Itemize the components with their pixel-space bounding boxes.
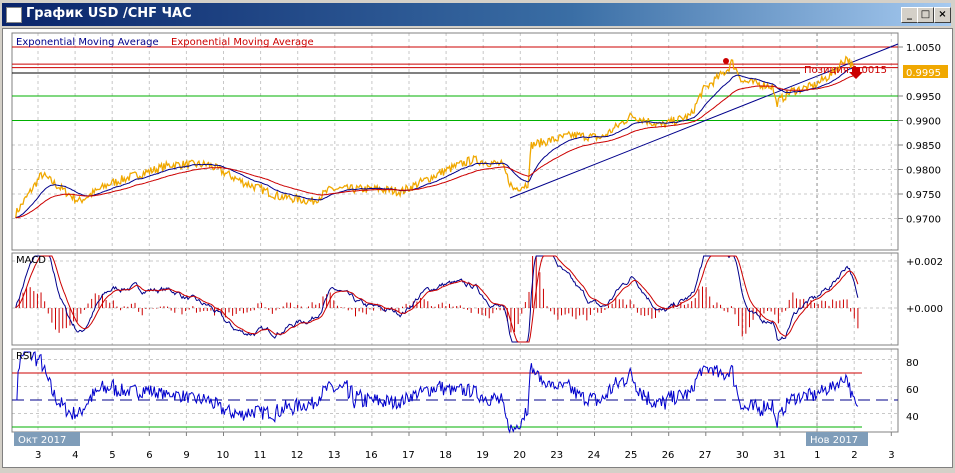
price-line	[15, 55, 859, 219]
legend-ema-fast: Exponential Moving Average	[16, 37, 159, 48]
date-tick-label: 12	[291, 450, 304, 461]
current-price: 0.9995	[906, 68, 941, 79]
price-tick-label: 0.9800	[906, 166, 941, 177]
date-tick-label: 31	[773, 450, 786, 461]
rsi-tick: 80	[906, 358, 919, 369]
macd-tick: +0.000	[906, 304, 943, 315]
macd-tick: +0.002	[906, 257, 943, 268]
date-tick-label: 13	[328, 450, 341, 461]
legend-ema-slow: Exponential Moving Average	[171, 37, 314, 48]
ema-slow-line	[15, 74, 858, 219]
position-label: Позиция 1.0015	[804, 65, 887, 76]
ema-fast-line	[15, 67, 859, 219]
date-tick-label: 26	[662, 450, 675, 461]
price-tick-label: 0.9850	[906, 141, 941, 152]
date-tick-label: 10	[217, 450, 230, 461]
rsi-tick: 60	[906, 385, 919, 396]
date-tick-label: 19	[476, 450, 489, 461]
date-tick-label: 25	[625, 450, 638, 461]
date-tick-label: 5	[109, 450, 115, 461]
buy-marker	[723, 58, 729, 64]
macd-signal-line	[15, 255, 859, 343]
macd-label: MACD	[16, 255, 46, 266]
date-tick-label: 11	[254, 450, 267, 461]
date-tick-label: 3	[888, 450, 894, 461]
date-tick-label: 6	[146, 450, 152, 461]
main-pane	[11, 32, 899, 251]
date-tick-label: 3	[35, 450, 41, 461]
date-tick-label: 30	[736, 450, 749, 461]
rsi-label: RSI	[16, 351, 32, 362]
date-tick-label: 16	[365, 450, 378, 461]
date-tick-label: 1	[814, 450, 820, 461]
date-tick-label: 17	[402, 450, 415, 461]
date-tick-label: 9	[183, 450, 189, 461]
price-tick-label: 0.9750	[906, 190, 941, 201]
rsi-tick: 40	[906, 412, 919, 423]
price-tick-label: 1.0050	[906, 43, 941, 54]
price-tick-label: 0.9700	[906, 215, 941, 226]
date-tick-label: 4	[72, 450, 78, 461]
date-tick-label: 23	[550, 450, 563, 461]
macd-line	[15, 255, 859, 343]
rsi-line	[15, 351, 859, 434]
date-tick-label: 24	[588, 450, 601, 461]
date-tick-label: 27	[699, 450, 712, 461]
date-tick-label: 18	[439, 450, 452, 461]
date-tick-label: 20	[513, 450, 526, 461]
macd-pane	[11, 252, 899, 346]
date-tick-label: 2	[851, 450, 857, 461]
chart-canvas[interactable]: Exponential Moving Average Exponential M…	[0, 0, 955, 473]
price-tick-label: 0.9900	[906, 117, 941, 128]
month-label-nov: Нов 2017	[810, 435, 858, 446]
price-tick-label: 0.9950	[906, 92, 941, 103]
month-label-oct: Окт 2017	[18, 435, 66, 446]
